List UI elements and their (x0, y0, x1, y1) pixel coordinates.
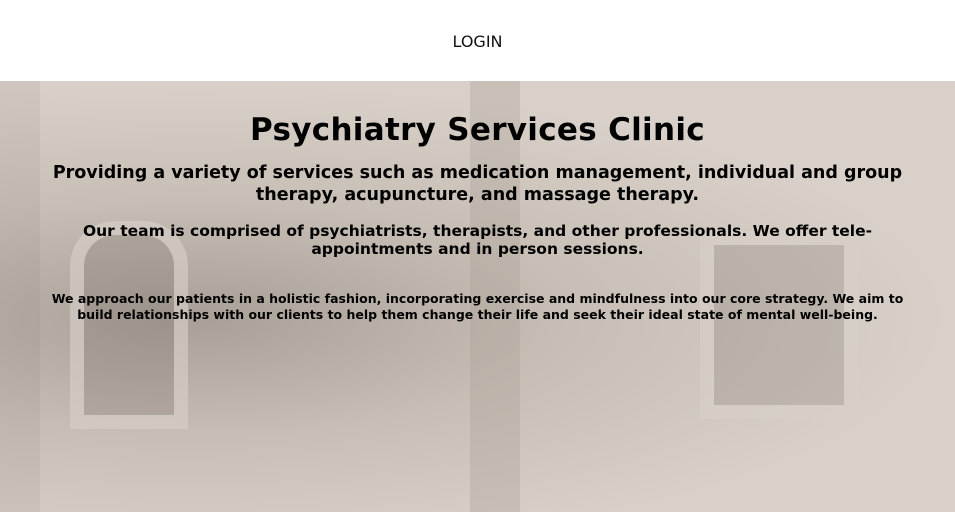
page-title: Psychiatry Services Clinic (250, 112, 705, 148)
hero-section: Psychiatry Services Clinic Providing a v… (0, 81, 955, 512)
services-description: Providing a variety of services such as … (52, 163, 903, 205)
approach-description: We approach our patients in a holistic f… (51, 291, 904, 322)
team-description: Our team is comprised of psychiatrists, … (82, 222, 873, 258)
top-nav-bar: LOGIN (0, 0, 955, 81)
login-link[interactable]: LOGIN (0, 32, 955, 51)
hero-content: Psychiatry Services Clinic Providing a v… (0, 81, 955, 323)
